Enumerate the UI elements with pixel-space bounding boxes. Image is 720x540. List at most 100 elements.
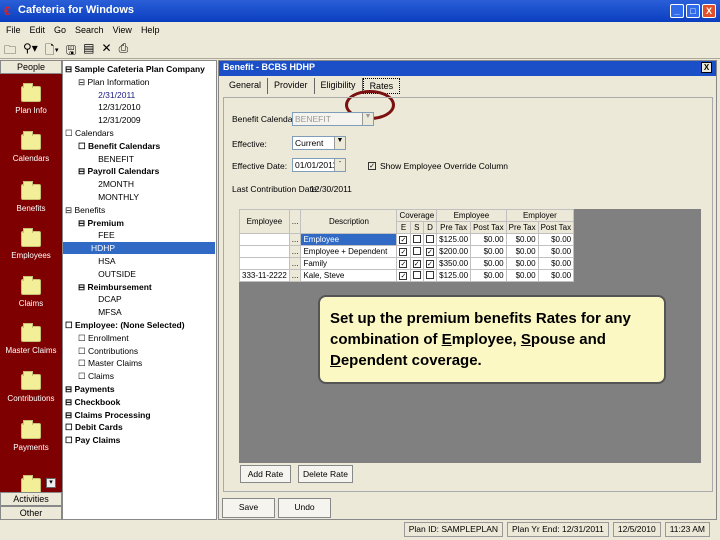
tree-node[interactable]: MONTHLY (91, 191, 139, 203)
sidebar-item-payments[interactable]: Payments (0, 420, 62, 452)
er-pretax-cell[interactable]: $0.00 (505, 257, 539, 270)
table-row[interactable]: 333-11-2222... Kale, Steve ✓ $125.00 $0.00 $0… (239, 269, 575, 282)
sidebar-item-master-claims[interactable]: Master Claims (0, 323, 62, 355)
expand-toggle-icon[interactable]: ⊟ (78, 77, 85, 87)
save-icon[interactable]: 🖫 (66, 41, 76, 57)
show-override-checkbox[interactable]: ✓ (368, 162, 376, 170)
expand-toggle-icon[interactable]: ☐ (78, 346, 86, 356)
sidebar-item-benefits[interactable]: Benefits (0, 181, 62, 213)
tree-node[interactable]: ☐ Calendars (65, 127, 114, 139)
description-cell[interactable]: Kale, Steve (300, 269, 398, 282)
expand-toggle-icon[interactable]: ☐ (78, 371, 86, 381)
menu-help[interactable]: Help (141, 25, 160, 35)
open-folder-icon[interactable]: 🗀 (4, 41, 16, 57)
tree-node[interactable]: ☐ Debit Cards (65, 421, 123, 433)
add-rate-button[interactable]: Add Rate (240, 465, 291, 483)
er-posttax-cell[interactable]: $0.00 (537, 233, 575, 246)
ee-pretax-cell[interactable]: $125.00 (436, 269, 472, 282)
tree-node[interactable]: 2/31/2011 (91, 89, 135, 101)
employee-cell[interactable]: 333-11-2222 (239, 269, 290, 282)
undo-button[interactable]: Undo (278, 498, 331, 518)
delete-rate-button[interactable]: Delete Rate (298, 465, 353, 483)
tree-node[interactable]: ☐ Master Claims (78, 357, 142, 369)
coverage-checkbox[interactable] (412, 270, 421, 279)
expand-toggle-icon[interactable]: ⊟ (65, 410, 72, 420)
description-cell[interactable]: Family (300, 257, 398, 270)
expand-toggle-icon[interactable]: ☐ (78, 333, 86, 343)
tree-node[interactable]: 2MONTH (91, 178, 134, 190)
expand-toggle-icon[interactable]: ☐ (65, 422, 73, 432)
tree-node[interactable]: ⊟ Payments (65, 383, 115, 395)
tree-node[interactable]: 12/31/2009 (91, 114, 141, 126)
menu-file[interactable]: File (6, 25, 21, 35)
expand-toggle-icon[interactable]: ☐ (78, 141, 86, 151)
ee-posttax-cell[interactable]: $0.00 (470, 257, 507, 270)
expand-toggle-icon[interactable]: ⊟ (65, 397, 72, 407)
window-icon[interactable]: ▤ (83, 41, 94, 55)
lookup-button[interactable]: ... (288, 245, 302, 258)
tree-node[interactable]: DCAP (91, 293, 122, 305)
sidebar-other-button[interactable]: Other (0, 506, 62, 520)
menu-view[interactable]: View (113, 25, 132, 35)
coverage-checkbox[interactable]: ✓ (399, 248, 408, 256)
ee-pretax-cell[interactable]: $125.00 (436, 233, 472, 246)
er-pretax-cell[interactable]: $0.00 (505, 245, 539, 258)
coverage-checkbox[interactable]: ✓ (399, 272, 408, 280)
tree-node[interactable]: ⊟ Payroll Calendars (78, 165, 159, 177)
expand-toggle-icon[interactable]: ⊟ (65, 64, 72, 74)
er-posttax-cell[interactable]: $0.00 (537, 257, 575, 270)
delete-icon[interactable]: ✕ (102, 41, 112, 55)
expand-toggle-icon[interactable]: ⊟ (78, 166, 85, 176)
sidebar-item-contributions[interactable]: Contributions (0, 371, 62, 403)
expand-toggle-icon[interactable]: ⊟ (65, 384, 72, 394)
tree-node[interactable]: HSA (91, 255, 115, 267)
save-button[interactable]: Save (222, 498, 275, 518)
tree-node[interactable]: ⊟ Plan Information (78, 76, 149, 88)
tree-node[interactable]: ☐ Benefit Calendars (78, 140, 160, 152)
lookup-button[interactable]: ... (288, 257, 302, 270)
lookup-button[interactable]: ... (288, 269, 302, 282)
tree-node[interactable]: 12/31/2010 (91, 101, 141, 113)
sidebar-scroll-down-button[interactable]: ▾ (46, 478, 56, 488)
coverage-checkbox[interactable]: ✓ (412, 260, 421, 268)
new-document-icon[interactable]: 🗋▾ (45, 41, 59, 57)
tree-node[interactable]: MFSA (91, 306, 122, 318)
sidebar-activities-button[interactable]: Activities (0, 492, 62, 506)
description-cell[interactable]: Employee (300, 233, 398, 246)
expand-toggle-icon[interactable]: ⊟ (78, 218, 85, 228)
tree-node[interactable]: OUTSIDE (91, 268, 136, 280)
tab-provider[interactable]: Provider (268, 78, 315, 94)
coverage-checkbox[interactable]: ✓ (399, 260, 408, 268)
sidebar-item-plan-info[interactable]: Plan Info (0, 83, 62, 115)
er-pretax-cell[interactable]: $0.00 (505, 269, 539, 282)
tree-node[interactable]: FEE (91, 229, 115, 241)
tree-node[interactable]: ⊟ Benefits (65, 204, 105, 216)
coverage-checkbox[interactable]: ✓ (425, 248, 434, 256)
col-employee[interactable]: Employee (239, 209, 290, 234)
tree-node[interactable]: HDHP (63, 242, 215, 255)
tree-node[interactable]: ☐ Contributions (78, 345, 138, 357)
sidebar-header-people[interactable]: People (0, 60, 62, 74)
sidebar-item-employees[interactable]: Employees (0, 228, 62, 260)
tree-node[interactable]: BENEFIT (91, 153, 134, 165)
coverage-checkbox[interactable] (412, 234, 421, 243)
ee-posttax-cell[interactable]: $0.00 (470, 269, 507, 282)
tree-node[interactable]: ⊟ Claims Processing (65, 409, 151, 421)
expand-toggle-icon[interactable]: ☐ (65, 320, 73, 330)
find-icon[interactable]: ⚲▾ (23, 41, 38, 55)
employee-cell[interactable] (239, 233, 290, 246)
coverage-checkbox[interactable] (425, 234, 434, 243)
close-button[interactable]: X (702, 4, 716, 18)
coverage-checkbox[interactable]: ✓ (425, 260, 434, 268)
coverage-checkbox[interactable]: ✓ (399, 236, 408, 244)
col-description[interactable]: Description (300, 209, 398, 234)
er-posttax-cell[interactable]: $0.00 (537, 245, 575, 258)
expand-toggle-icon[interactable]: ⊟ (78, 282, 85, 292)
ee-posttax-cell[interactable]: $0.00 (470, 245, 507, 258)
ee-pretax-cell[interactable]: $200.00 (436, 245, 472, 258)
er-posttax-cell[interactable]: $0.00 (537, 269, 575, 282)
table-row[interactable]: ... Employee + Dependent ✓ ✓ $200.00 $0.00 $0.… (239, 245, 575, 258)
table-row[interactable]: ... Employee ✓ $125.00 $0.00 $0.00 $0.00 (239, 233, 575, 246)
sidebar-item-calendars[interactable]: Calendars (0, 131, 62, 163)
tree-node[interactable]: ☐ Employee: (None Selected) (65, 319, 185, 331)
